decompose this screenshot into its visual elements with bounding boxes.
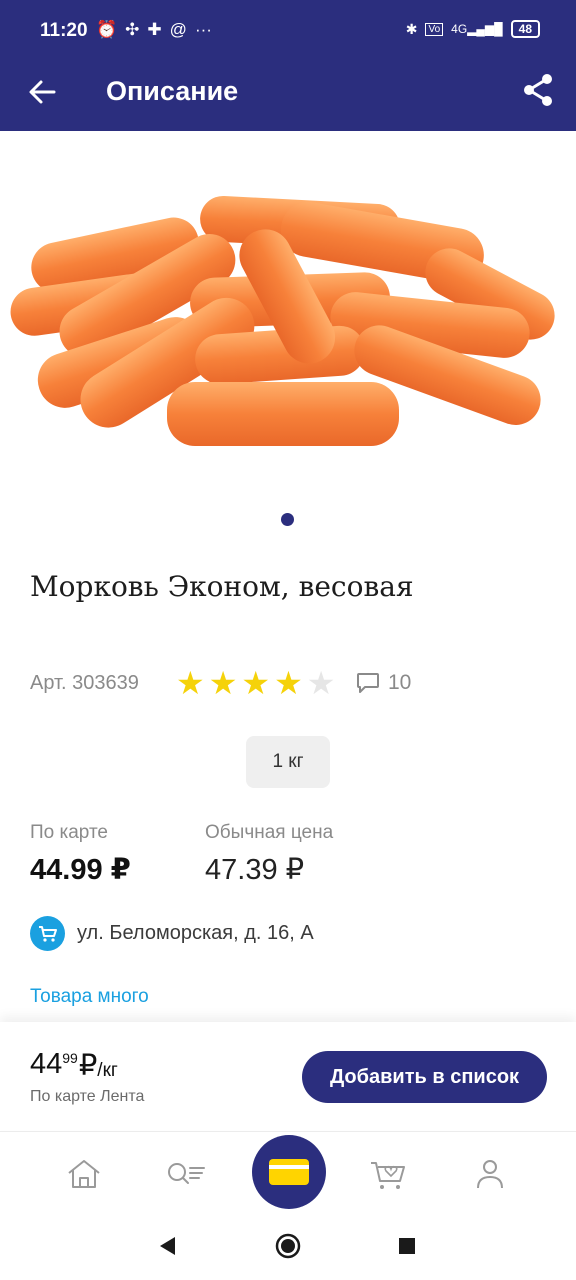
- page-title: Описание: [106, 76, 239, 106]
- star-filled-icon: ★: [274, 665, 303, 701]
- more-icon: ···: [194, 20, 212, 39]
- reviews-link[interactable]: 10: [356, 671, 411, 695]
- arrow-left-icon: [29, 80, 56, 104]
- cart-badge-icon: [30, 916, 65, 951]
- system-recents-button[interactable]: [392, 1231, 422, 1261]
- nav-profile[interactable]: [470, 1154, 510, 1194]
- share-button[interactable]: [520, 72, 556, 108]
- price-caption: По карте Лента: [30, 1088, 145, 1105]
- card-price: 44.99 ₽: [30, 854, 131, 886]
- grid-icon: ✣: [125, 20, 140, 39]
- nav-cart[interactable]: [368, 1154, 408, 1194]
- nav-loyalty-card[interactable]: [252, 1135, 326, 1209]
- system-nav-bar: [0, 1211, 576, 1280]
- bottom-nav: [0, 1131, 576, 1211]
- circle-home-icon: [275, 1233, 301, 1259]
- store-address: ул. Беломорская, д. 16, А: [77, 922, 314, 944]
- signal-4g-icon: 4G▂▄▆█: [451, 22, 503, 36]
- product-name: Морковь Эконом, весовая: [30, 570, 414, 603]
- status-icons-right: ✱ Vo 4G▂▄▆█ 48: [406, 20, 540, 38]
- system-home-button[interactable]: [273, 1231, 303, 1261]
- status-time: 11:20: [40, 20, 88, 41]
- unit-price: 44 99 ₽ /кг: [30, 1048, 118, 1083]
- comment-icon: [357, 673, 379, 693]
- bluetooth-icon: ✱: [405, 20, 418, 37]
- puzzle-icon: ✚: [147, 20, 162, 39]
- share-icon: [524, 74, 552, 106]
- back-button[interactable]: [24, 74, 60, 110]
- regular-price-label: Обычная цена: [205, 822, 334, 843]
- volte-icon: Vo: [425, 22, 444, 36]
- product-image[interactable]: [0, 160, 576, 470]
- star-filled-icon: ★: [241, 665, 271, 701]
- price-kopecks: 99: [62, 1050, 78, 1066]
- status-bar: 11:20 ⏰ ✣ ✚ @ ··· ✱ Vo 4G▂▄▆█ 48: [0, 0, 576, 62]
- star-filled-icon: ★: [176, 665, 205, 701]
- article-number: Арт. 303639: [30, 672, 139, 694]
- home-icon: [68, 1160, 100, 1188]
- status-icons-left: ⏰ ✣ ✚ @ ···: [96, 20, 212, 40]
- buy-panel: 44 99 ₽ /кг По карте Лента Добавить в сп…: [0, 1022, 576, 1130]
- battery-indicator: 48: [510, 20, 540, 38]
- app-bar: 11:20 ⏰ ✣ ✚ @ ··· ✱ Vo 4G▂▄▆█ 48 Описани…: [0, 0, 576, 131]
- add-to-list-button[interactable]: Добавить в список: [302, 1051, 547, 1103]
- cart-icon: [371, 1162, 405, 1189]
- rating-stars[interactable]: ★ ★ ★ ★ ★: [176, 665, 336, 701]
- price-unit: /кг: [97, 1060, 118, 1081]
- store-selector[interactable]: ул. Беломорская, д. 16, А: [30, 916, 314, 951]
- triangle-back-icon: [160, 1237, 175, 1255]
- card-price-label: По карте: [30, 822, 109, 843]
- system-back-button[interactable]: [152, 1231, 182, 1261]
- star-filled-icon: ★: [208, 665, 238, 701]
- catalog-search-icon: [168, 1163, 205, 1184]
- star-empty-icon: ★: [306, 665, 336, 701]
- price-currency: ₽: [78, 1050, 98, 1082]
- nav-home[interactable]: [64, 1154, 104, 1194]
- regular-price: 47.39 ₽: [205, 854, 305, 886]
- loyalty-card-icon: [269, 1159, 309, 1185]
- availability-status[interactable]: Товара много: [30, 986, 149, 1008]
- reviews-count: 10: [388, 671, 412, 694]
- weight-option[interactable]: 1 кг: [246, 736, 330, 788]
- at-icon: @: [169, 20, 187, 39]
- nav-catalog[interactable]: [166, 1154, 206, 1194]
- toolbar: Описание: [0, 62, 576, 131]
- alarm-off-icon: ⏰: [96, 20, 118, 39]
- price-rubles: 44: [30, 1048, 63, 1080]
- profile-icon: [477, 1160, 503, 1189]
- image-pager-dot: [281, 513, 294, 526]
- square-recents-icon: [399, 1238, 415, 1254]
